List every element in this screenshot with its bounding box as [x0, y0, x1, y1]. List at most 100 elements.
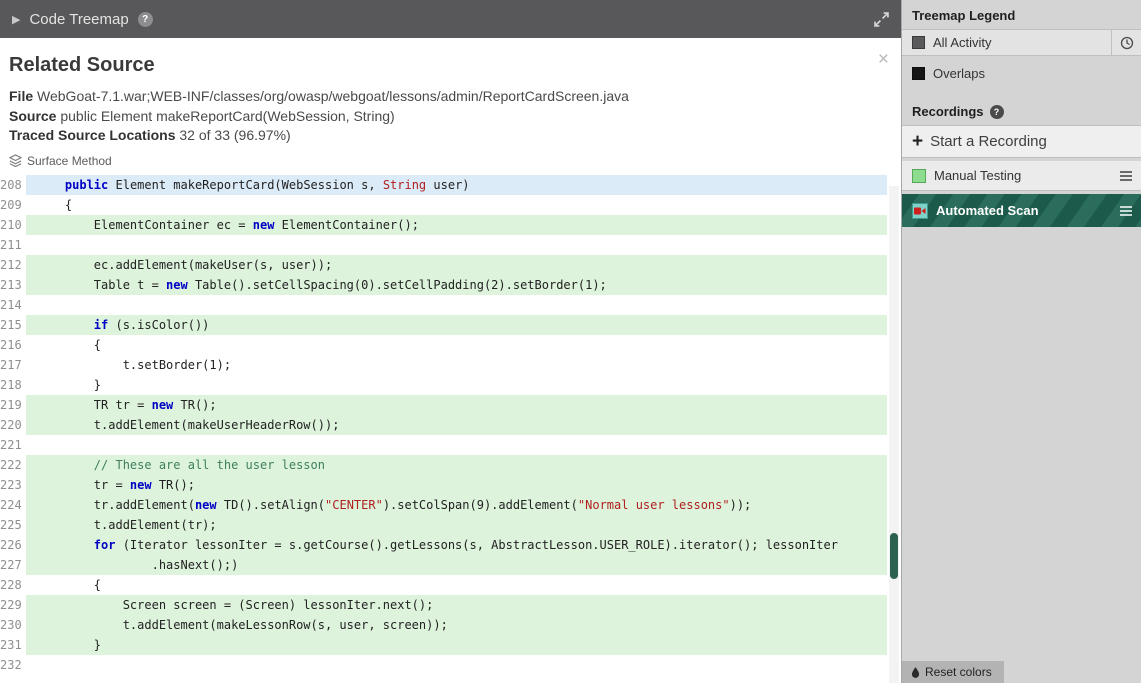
line-number: 214 [0, 294, 26, 315]
code-line: 225 t.addElement(tr); [0, 514, 901, 535]
code-line: 209 { [0, 194, 901, 215]
line-number: 210 [0, 214, 26, 235]
line-number: 221 [0, 434, 26, 455]
code-text: { [36, 577, 102, 592]
list-menu-icon[interactable] [1119, 205, 1133, 217]
ink-drop-icon [911, 666, 920, 678]
line-number: 230 [0, 614, 26, 635]
code-line: 210 ElementContainer ec = new ElementCon… [0, 214, 901, 235]
code-text: ec.addElement(makeUser(s, user)); [26, 254, 887, 275]
code-line: 228 { [0, 574, 901, 595]
code-line: 211 [0, 234, 901, 255]
expand-icon[interactable] [874, 11, 889, 27]
code-text: Screen screen = (Screen) lessonIter.next… [26, 594, 887, 615]
code-text: t.addElement(makeLessonRow(s, user, scre… [26, 614, 887, 635]
reset-colors-button[interactable]: Reset colors [902, 661, 1004, 683]
code-line: 212 ec.addElement(makeUser(s, user)); [0, 254, 901, 275]
file-label: File [9, 88, 34, 104]
code-text: } [36, 377, 102, 392]
legend-swatch [912, 36, 925, 49]
line-number: 229 [0, 594, 26, 615]
line-number: 217 [0, 354, 26, 375]
source-metadata: File WebGoat-7.1.war;WEB-INF/classes/org… [0, 87, 901, 146]
code-text: { [36, 337, 102, 352]
code-viewer: 208 public Element makeReportCard(WebSes… [0, 174, 901, 675]
code-line: 217 t.setBorder(1); [0, 354, 901, 375]
traced-label: Traced Source Locations [9, 127, 176, 143]
code-line: 208 public Element makeReportCard(WebSes… [0, 174, 901, 195]
code-text: if (s.isColor()) [26, 314, 887, 335]
source-info: Source public Element makeReportCard(Web… [9, 107, 901, 127]
recording-item-automated-scan[interactable]: Automated Scan [902, 194, 1141, 227]
treemap-legend-heading: Treemap Legend [902, 0, 1141, 29]
legend-title: Treemap Legend [912, 8, 1016, 23]
code-line: 221 [0, 434, 901, 455]
main-panel: ▶ Code Treemap ? × Related Source File W… [0, 0, 901, 683]
code-treemap-title: Code Treemap [29, 10, 129, 28]
code-line: 223 tr = new TR(); [0, 474, 901, 495]
scrollbar-thumb[interactable] [890, 533, 898, 579]
code-text: { [36, 197, 73, 212]
legend-item-overlaps: Overlaps [902, 60, 1141, 87]
surface-method-row: Surface Method [0, 146, 901, 172]
code-text: tr = new TR(); [26, 474, 887, 495]
line-number: 208 [0, 174, 26, 195]
line-number: 209 [0, 194, 26, 215]
line-number: 212 [0, 254, 26, 275]
clock-icon[interactable] [1111, 30, 1141, 55]
scrollbar-track[interactable] [889, 186, 899, 683]
start-recording-button[interactable]: + Start a Recording [902, 125, 1141, 158]
code-line: 232 [0, 654, 901, 675]
code-line: 231 } [0, 634, 901, 655]
line-number: 226 [0, 534, 26, 555]
code-line: 229 Screen screen = (Screen) lessonIter.… [0, 594, 901, 615]
line-number: 219 [0, 394, 26, 415]
source-label: Source [9, 107, 57, 124]
line-number: 228 [0, 574, 26, 595]
code-text: t.addElement(tr); [26, 514, 887, 535]
layers-icon [9, 154, 22, 167]
recording-swatch [912, 168, 926, 183]
collapse-arrow-icon[interactable]: ▶ [12, 13, 20, 26]
code-line: 222 // These are all the user lesson [0, 454, 901, 475]
file-value: WebGoat-7.1.war;WEB-INF/classes/org/owas… [37, 88, 629, 104]
code-treemap-header: ▶ Code Treemap ? [0, 0, 901, 38]
code-text: tr.addElement(new TD().setAlign("CENTER"… [26, 494, 887, 515]
legend-list: All Activity Overlaps [902, 29, 1141, 87]
line-number: 215 [0, 314, 26, 335]
line-number: 222 [0, 454, 26, 475]
help-icon[interactable]: ? [989, 104, 1004, 119]
line-number: 218 [0, 374, 26, 395]
code-text: ElementContainer ec = new ElementContain… [26, 214, 887, 235]
code-text: t.addElement(makeUserHeaderRow()); [26, 414, 887, 435]
line-number: 216 [0, 334, 26, 355]
treemap-sidebar: Treemap Legend All Activity Overlaps Reco… [901, 0, 1141, 683]
close-icon[interactable]: × [878, 50, 889, 69]
code-line: 226 for (Iterator lessonIter = s.getCour… [0, 534, 901, 555]
line-number: 220 [0, 414, 26, 435]
code-text: .hasNext();) [26, 554, 887, 575]
line-number: 231 [0, 634, 26, 655]
code-line: 213 Table t = new Table().setCellSpacing… [0, 274, 901, 295]
code-line: 230 t.addElement(makeLessonRow(s, user, … [0, 614, 901, 635]
code-text: // These are all the user lesson [26, 454, 887, 475]
list-menu-icon[interactable] [1119, 170, 1133, 182]
legend-label: Overlaps [933, 66, 986, 81]
line-number: 223 [0, 474, 26, 495]
code-text: for (Iterator lessonIter = s.getCourse()… [26, 534, 887, 555]
code-text: public Element makeReportCard(WebSession… [26, 174, 887, 195]
recording-swatch [912, 202, 928, 219]
code-text: TR tr = new TR(); [26, 394, 887, 415]
code-line: 216 { [0, 334, 901, 355]
line-number: 213 [0, 274, 26, 295]
reset-colors-label: Reset colors [925, 665, 992, 679]
recordings-list: Manual Testing Automated Scan [902, 161, 1141, 227]
code-text: t.setBorder(1); [36, 357, 232, 372]
code-line: 214 [0, 294, 901, 315]
code-line: 224 tr.addElement(new TD().setAlign("CEN… [0, 494, 901, 515]
record-camera-icon [914, 207, 926, 214]
help-icon[interactable]: ? [137, 11, 153, 27]
recording-item-manual-testing[interactable]: Manual Testing [902, 161, 1141, 191]
